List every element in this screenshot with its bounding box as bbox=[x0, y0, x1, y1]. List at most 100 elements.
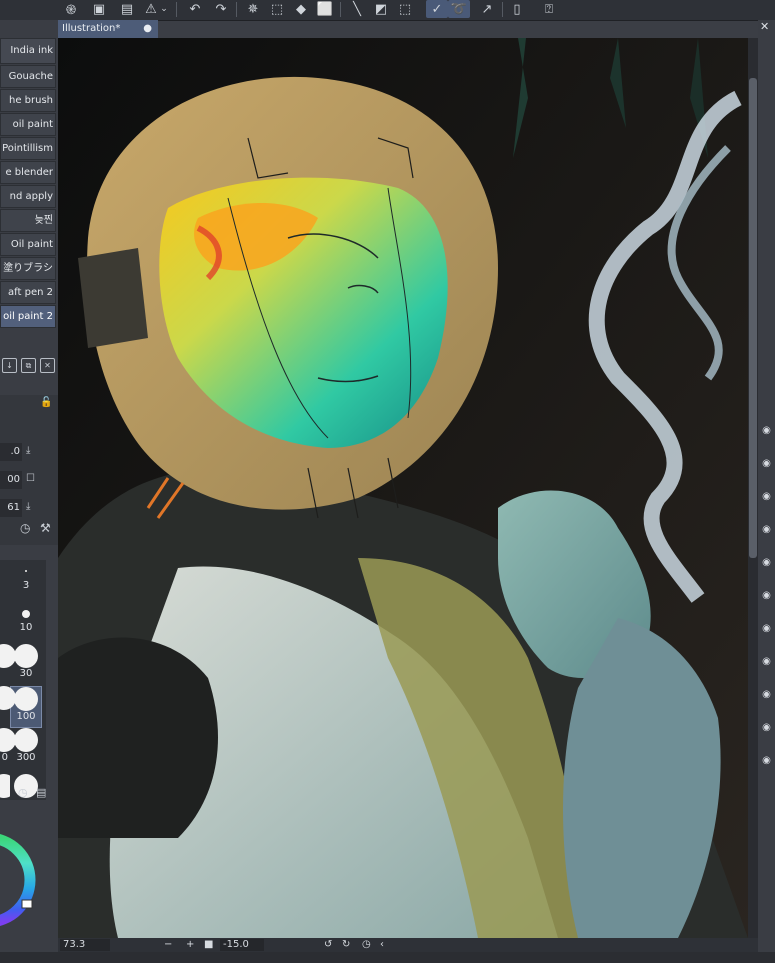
transform-icon[interactable]: ⬚ bbox=[266, 0, 288, 18]
eye-icon[interactable]: ◉ bbox=[760, 689, 773, 700]
mask-icon[interactable]: ◩ bbox=[370, 0, 392, 18]
zoom-in-icon[interactable]: + bbox=[186, 938, 194, 952]
eye-icon[interactable]: ◉ bbox=[760, 656, 773, 667]
document-title: Illustration* bbox=[62, 23, 121, 34]
zoom-out-icon[interactable]: − bbox=[164, 938, 172, 952]
toolbar-separator bbox=[502, 2, 503, 17]
eye-icon[interactable]: ◉ bbox=[760, 524, 773, 535]
pressure-icon[interactable]: ⤓ bbox=[26, 445, 38, 459]
brush-item[interactable]: he brush bbox=[0, 89, 56, 112]
brush-item-label: he brush bbox=[8, 95, 53, 106]
canvas[interactable] bbox=[58, 38, 748, 938]
lock-icon[interactable]: 🔓 bbox=[40, 397, 52, 408]
rotate-right-icon[interactable]: ↻ bbox=[342, 938, 350, 952]
eye-icon[interactable]: ◉ bbox=[760, 425, 773, 436]
close-icon[interactable]: ✕ bbox=[760, 20, 769, 33]
brush-item[interactable]: oil paint bbox=[0, 113, 56, 136]
help-icon[interactable]: ⍰ bbox=[538, 0, 560, 18]
brush-item-active[interactable]: oil paint 2 bbox=[0, 305, 56, 328]
document-tab[interactable]: Illustration* ● bbox=[58, 20, 158, 38]
palette-icon[interactable]: ▤ bbox=[36, 786, 46, 799]
brush-size-cell[interactable] bbox=[0, 770, 10, 798]
brush-item[interactable]: 늦찐 bbox=[0, 209, 56, 232]
status-bar: 73.3 − + ■ -15.0 ↺ ↻ ◷ ‹ bbox=[58, 938, 758, 952]
close-icon[interactable]: ● bbox=[143, 20, 152, 38]
eye-icon[interactable]: ◉ bbox=[760, 557, 773, 568]
select-clear-icon[interactable]: ⬚ bbox=[394, 0, 416, 18]
brush-size-label: 0 bbox=[1, 752, 8, 763]
phone-icon[interactable]: ▯ bbox=[506, 0, 528, 18]
brush-size-label: 3 bbox=[22, 580, 30, 591]
brush-size-cell[interactable]: 0 bbox=[0, 728, 16, 770]
brush-item-label: India ink bbox=[10, 45, 53, 56]
tool-properties: 🔓 .0 ⤓ 00 ☐ 61 ⤓ ◷ ⚒ bbox=[0, 395, 58, 545]
brush-item-label: 늦찐 bbox=[34, 215, 53, 226]
rotation-value[interactable]: -15.0 bbox=[220, 939, 264, 951]
scrollbar-thumb[interactable] bbox=[749, 78, 757, 558]
property-row: 00 ☐ bbox=[0, 471, 58, 491]
checkbox-icon[interactable]: ☐ bbox=[26, 473, 38, 487]
chevron-down-icon[interactable]: ⌄ bbox=[158, 0, 170, 18]
pen-active-icon[interactable]: ✓ bbox=[426, 0, 448, 18]
property-value[interactable]: 61 bbox=[0, 499, 22, 517]
eye-icon[interactable]: ◉ bbox=[760, 755, 773, 766]
bottom-strip bbox=[0, 952, 775, 963]
undo-icon[interactable]: ↶ bbox=[184, 0, 206, 18]
loading-icon[interactable]: ✵ bbox=[242, 0, 264, 18]
brush-item-label: oil paint bbox=[12, 119, 53, 130]
eye-icon[interactable]: ◉ bbox=[760, 722, 773, 733]
rotate-left-icon[interactable]: ↺ bbox=[324, 938, 332, 952]
vertical-scrollbar[interactable] bbox=[748, 38, 758, 938]
select-box-icon[interactable]: ⬜ bbox=[314, 0, 336, 18]
brush-size-label: 30 bbox=[19, 668, 33, 679]
brush-size-cell[interactable]: 3 bbox=[10, 560, 42, 602]
toolbar-separator bbox=[340, 2, 341, 17]
pressure-icon[interactable]: ⤓ bbox=[26, 501, 38, 515]
new-layer-icon[interactable]: ▣ bbox=[88, 0, 110, 18]
fill-icon[interactable]: ◆ bbox=[290, 0, 312, 18]
export-icon[interactable]: ↗ bbox=[476, 0, 498, 18]
brush-item[interactable]: Oil paint bbox=[0, 233, 56, 256]
brush-item-label: e blender bbox=[5, 167, 53, 178]
trash-icon[interactable]: ✕ bbox=[40, 358, 55, 373]
redo-icon[interactable]: ↷ bbox=[210, 0, 232, 18]
brush-item-label: Gouache bbox=[8, 71, 53, 82]
import-icon[interactable]: ↓ bbox=[2, 358, 17, 373]
eye-icon[interactable]: ◉ bbox=[760, 458, 773, 469]
property-row: 61 ⤓ bbox=[0, 499, 58, 519]
property-value[interactable]: 00 bbox=[0, 471, 22, 489]
brush-item[interactable]: India ink bbox=[0, 38, 56, 64]
reset-rotation-icon[interactable]: ◷ bbox=[362, 938, 371, 952]
property-value[interactable]: .0 bbox=[0, 443, 22, 461]
brush-item-label: nd apply bbox=[9, 191, 53, 202]
brush-size-cell[interactable] bbox=[0, 644, 16, 686]
eye-icon[interactable]: ◉ bbox=[760, 623, 773, 634]
brush-item-label: aft pen 2 bbox=[8, 287, 53, 298]
ruler-off-icon[interactable]: ╲ bbox=[346, 0, 368, 18]
left-panel: India ink Gouache he brush oil paint Poi… bbox=[0, 20, 58, 963]
brush-item[interactable]: aft pen 2 bbox=[0, 281, 56, 304]
chevron-left-icon[interactable]: ‹ bbox=[380, 938, 384, 952]
eye-icon[interactable]: ◉ bbox=[760, 590, 773, 601]
brush-actions: ↓ ⧉ ✕ bbox=[0, 358, 58, 378]
brush-item[interactable]: Gouache bbox=[0, 65, 56, 88]
fit-icon[interactable]: ■ bbox=[204, 938, 213, 952]
zoom-value[interactable]: 73.3 bbox=[60, 939, 110, 951]
brush-size-cell[interactable]: 10 bbox=[10, 602, 42, 644]
brush-size-label: 10 bbox=[19, 622, 33, 633]
clock-icon[interactable]: ◷ bbox=[18, 786, 28, 799]
folder-icon[interactable]: ▤ bbox=[116, 0, 138, 18]
eye-icon[interactable]: ◉ bbox=[760, 491, 773, 502]
brush-item-label: oil paint 2 bbox=[3, 311, 53, 322]
brush-item[interactable]: e blender bbox=[0, 161, 56, 184]
wrench-icon[interactable]: ⚒ bbox=[40, 521, 51, 535]
spiral-icon[interactable]: ֎ bbox=[60, 0, 82, 18]
brush-size-cell[interactable] bbox=[0, 686, 16, 728]
brush-item[interactable]: 塗りブラシ bbox=[0, 257, 56, 280]
clock-icon[interactable]: ◷ bbox=[20, 521, 30, 535]
duplicate-icon[interactable]: ⧉ bbox=[21, 358, 36, 373]
brush-item[interactable]: nd apply bbox=[0, 185, 56, 208]
lasso-active-icon[interactable]: ➰ bbox=[448, 0, 470, 18]
brush-item[interactable]: Pointillism bbox=[0, 137, 56, 160]
color-wheel[interactable] bbox=[0, 820, 36, 938]
